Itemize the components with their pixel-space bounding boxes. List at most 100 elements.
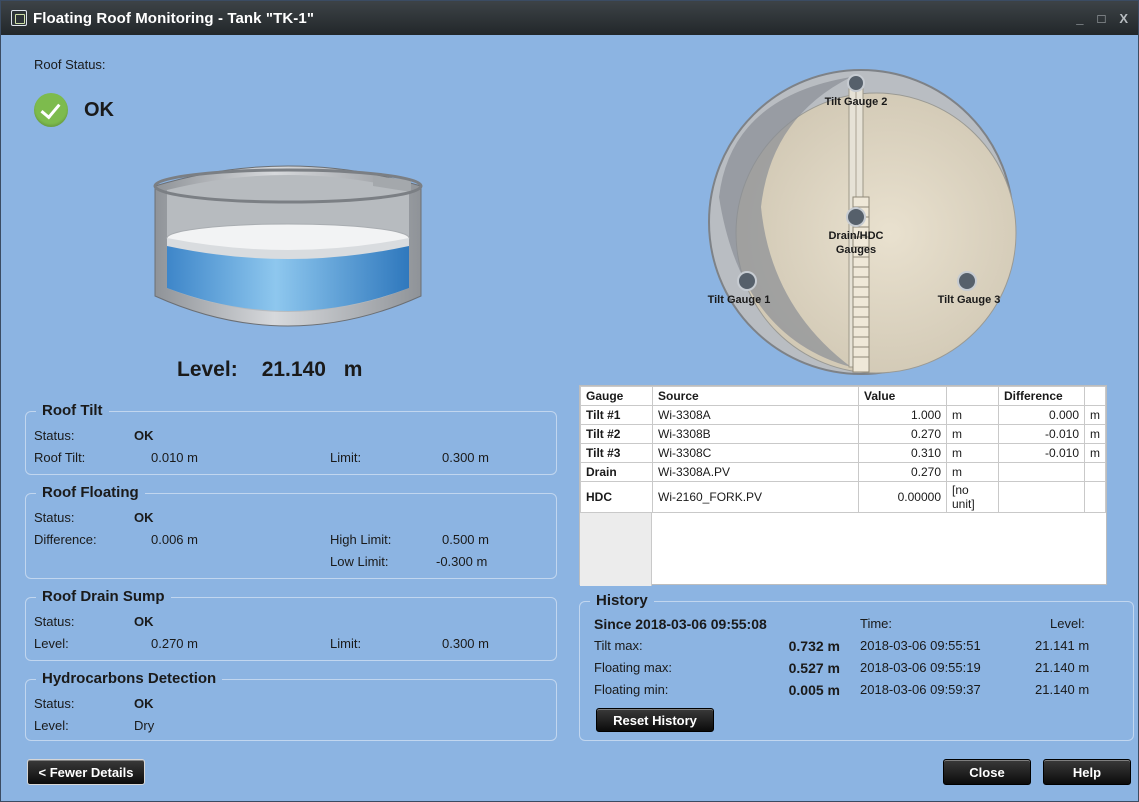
- gauge-source: Wi-3308A.PV: [652, 462, 859, 482]
- gauge-diff-unit: m: [1084, 443, 1106, 463]
- col-diff-unit[interactable]: [1084, 386, 1106, 406]
- roof-floating-difference-label: Difference:: [34, 532, 97, 547]
- roof-floating-group: Roof Floating Status: OK Difference: 0.0…: [25, 484, 557, 579]
- roof-tilt-group: Roof Tilt Status: OK Roof Tilt: 0.010 m …: [25, 402, 557, 475]
- gauge-diff: -0.010: [998, 424, 1085, 444]
- history-group: History Since 2018-03-06 09:55:08 Time: …: [579, 592, 1134, 741]
- col-value[interactable]: Value: [858, 386, 947, 406]
- gauge-diff: -0.010: [998, 443, 1085, 463]
- gauge-name: HDC: [580, 481, 653, 513]
- gauge-diff-unit: m: [1084, 405, 1106, 425]
- gauge-unit: m: [946, 443, 999, 463]
- check-circle-icon: [34, 93, 68, 127]
- drain-sump-limit-label: Limit:: [330, 636, 362, 651]
- gauge-name: Tilt #1: [580, 405, 653, 425]
- fewer-details-button[interactable]: < Fewer Details: [27, 759, 145, 785]
- gauge-value: 0.00000: [858, 481, 947, 513]
- gauge-diff: [998, 481, 1085, 513]
- gauge-source: Wi-3308C: [652, 443, 859, 463]
- gauge-unit: m: [946, 405, 999, 425]
- roof-floating-high-limit-value: 0.500 m: [442, 532, 489, 547]
- table-row[interactable]: HDC Wi-2160_FORK.PV 0.00000 [no unit]: [580, 481, 1106, 513]
- level-value: 21.140: [261, 358, 326, 381]
- window-title: Floating Roof Monitoring - Tank "TK-1": [33, 9, 315, 27]
- level-readout: Level: 21.140 m: [177, 358, 362, 382]
- gauge-table-panel: Gauge Source Value Difference Tilt #1 Wi…: [579, 385, 1107, 586]
- hydrocarbons-title: Hydrocarbons Detection: [36, 670, 223, 687]
- hydrocarbons-level-label: Level:: [34, 718, 69, 733]
- hydrocarbons-status-value: OK: [134, 696, 154, 711]
- roof-tilt-limit-label: Limit:: [330, 450, 362, 465]
- history-level: 21.140 m: [1035, 682, 1090, 697]
- col-unit[interactable]: [946, 386, 999, 406]
- table-row[interactable]: Tilt #2 Wi-3308B 0.270 m -0.010 m: [580, 424, 1106, 444]
- title-bar: Floating Roof Monitoring - Tank "TK-1" _…: [1, 1, 1138, 35]
- gauge-source: Wi-3308B: [652, 424, 859, 444]
- drain-sump-level-value: 0.270 m: [151, 636, 198, 651]
- gauges-label: Gauges: [836, 244, 876, 256]
- col-difference[interactable]: Difference: [998, 386, 1085, 406]
- reset-history-button[interactable]: Reset History: [596, 708, 714, 732]
- help-button[interactable]: Help: [1043, 759, 1131, 785]
- gauge-diff-unit: [1084, 462, 1106, 482]
- close-button[interactable]: Close: [943, 759, 1031, 785]
- gauge-name: Tilt #3: [580, 443, 653, 463]
- gauge-name: Drain: [580, 462, 653, 482]
- tilt-gauge-1-label: Tilt Gauge 1: [708, 294, 771, 306]
- history-label: Tilt max:: [594, 638, 643, 653]
- drain-sump-limit-value: 0.300 m: [442, 636, 489, 651]
- close-window-icon[interactable]: X: [1119, 11, 1128, 26]
- gauge-diff-unit: m: [1084, 424, 1106, 444]
- minimize-icon[interactable]: _: [1076, 11, 1083, 26]
- tank-top-view: Tilt Gauge 2 Drain/HDC Gauges Tilt Gauge…: [708, 69, 1017, 375]
- maximize-icon[interactable]: □: [1097, 11, 1105, 26]
- gauge-source: Wi-3308A: [652, 405, 859, 425]
- history-title: History: [590, 592, 654, 609]
- roof-tilt-status-label: Status:: [34, 428, 75, 443]
- table-row[interactable]: Drain Wi-3308A.PV 0.270 m: [580, 462, 1106, 482]
- roof-tilt-label: Roof Tilt:: [34, 450, 86, 465]
- drain-hdc-label: Drain/HDC: [828, 230, 883, 242]
- roof-floating-low-limit-value: -0.300 m: [436, 554, 488, 569]
- history-time-header: Time:: [860, 616, 893, 631]
- level-unit: m: [343, 358, 363, 381]
- tilt-gauge-3-label: Tilt Gauge 3: [938, 294, 1001, 306]
- gauge-diff: 0.000: [998, 405, 1085, 425]
- gauge-source: Wi-2160_FORK.PV: [652, 481, 859, 513]
- roof-floating-high-limit-label: High Limit:: [330, 532, 392, 547]
- gauge-unit: m: [946, 462, 999, 482]
- col-gauge[interactable]: Gauge: [580, 386, 653, 406]
- roof-floating-status-label: Status:: [34, 510, 75, 525]
- gauge-unit: [no unit]: [946, 481, 999, 513]
- history-level-header: Level:: [1050, 616, 1085, 631]
- hydrocarbons-group: Hydrocarbons Detection Status: OK Level:…: [25, 670, 557, 741]
- window-controls: _ □ X: [1076, 11, 1128, 26]
- roof-drain-sump-group: Roof Drain Sump Status: OK Level: 0.270 …: [25, 588, 557, 661]
- history-value: 0.005 m: [788, 682, 840, 698]
- gauge-value: 0.270: [858, 462, 947, 482]
- tilt-gauge-3-marker: [957, 271, 977, 291]
- roof-floating-status-value: OK: [134, 510, 154, 525]
- tank-illustration: [153, 165, 423, 327]
- history-since: Since 2018-03-06 09:55:08: [594, 616, 767, 632]
- hydrocarbons-status-label: Status:: [34, 696, 75, 711]
- roof-floating-difference-value: 0.006 m: [151, 532, 198, 547]
- table-row[interactable]: Tilt #1 Wi-3308A 1.000 m 0.000 m: [580, 405, 1106, 425]
- gauge-value: 1.000: [858, 405, 947, 425]
- history-level: 21.140 m: [1035, 660, 1090, 675]
- hydrocarbons-level-value: Dry: [134, 718, 155, 733]
- gauge-unit: m: [946, 424, 999, 444]
- tilt-gauge-1-marker: [737, 271, 757, 291]
- col-source[interactable]: Source: [652, 386, 859, 406]
- roof-status-indicator: OK: [34, 93, 114, 127]
- roof-drain-sump-title: Roof Drain Sump: [36, 588, 171, 605]
- drain-hdc-marker: [846, 207, 866, 227]
- roof-tilt-title: Roof Tilt: [36, 402, 109, 419]
- history-label: Floating min:: [594, 682, 669, 697]
- gauge-value: 0.310: [858, 443, 947, 463]
- table-row[interactable]: Tilt #3 Wi-3308C 0.310 m -0.010 m: [580, 443, 1106, 463]
- gauge-value: 0.270: [858, 424, 947, 444]
- history-time: 2018-03-06 09:55:51: [860, 638, 981, 653]
- table-empty-area: [580, 513, 652, 586]
- drain-sump-level-label: Level:: [34, 636, 69, 651]
